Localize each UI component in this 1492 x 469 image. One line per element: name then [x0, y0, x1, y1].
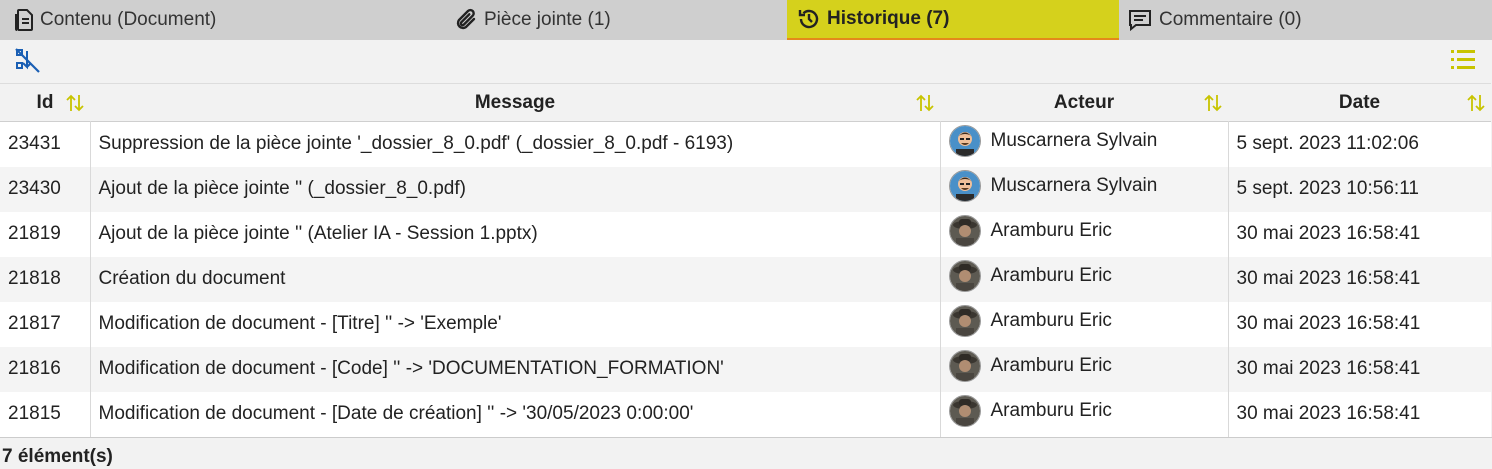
header-label: Id: [36, 91, 54, 113]
header-label: Message: [474, 91, 556, 113]
cell-date: 30 mai 2023 16:58:41: [1236, 223, 1421, 244]
actor: Aramburu Eric: [948, 260, 1220, 292]
tab-historique[interactable]: Historique (7): [787, 0, 1119, 40]
tab-label: Historique (7): [827, 8, 950, 29]
table-row[interactable]: 21816 Modification de document - [Code] '…: [0, 346, 1491, 392]
tab-piece-jointe[interactable]: Pièce jointe (1): [454, 0, 787, 40]
avatar: [948, 305, 981, 337]
sort-icon[interactable]: [1467, 93, 1485, 113]
cell-id: 23430: [0, 166, 91, 212]
cell-acteur: Aramburu Eric: [940, 391, 1229, 437]
cell-message: Ajout de la pièce jointe '' (Atelier IA …: [90, 211, 941, 257]
actor-name: Muscarnera Sylvain: [990, 175, 1158, 196]
cell-date: 30 mai 2023 16:58:41: [1236, 313, 1421, 334]
actor-name: Muscarnera Sylvain: [990, 130, 1158, 152]
actor: Muscarnera Sylvain: [948, 170, 1220, 202]
table-header: Id Message Acteur Date: [0, 83, 1491, 122]
tab-bar: Contenu (Document) Pièce jointe (1) Hist…: [0, 0, 1492, 40]
table-row[interactable]: 21817 Modification de document - [Titre] …: [0, 301, 1491, 347]
toolbar: [0, 40, 1492, 83]
cell-acteur: Aramburu Eric: [940, 301, 1229, 347]
cell-message: Suppression de la pièce jointe '_dossier…: [90, 121, 941, 167]
actor-name: Aramburu Eric: [990, 310, 1112, 331]
paperclip-icon: [456, 8, 476, 30]
table-row[interactable]: 21818 Création du document Aramburu Eric 30…: [0, 256, 1491, 302]
tab-label: Commentaire (0): [1159, 9, 1302, 30]
column-header-id[interactable]: Id: [0, 84, 90, 122]
avatar: [948, 395, 981, 427]
column-header-date[interactable]: Date: [1228, 84, 1491, 122]
sort-icon[interactable]: [66, 93, 84, 113]
cell-message: Modification de document - [Titre] '' ->…: [90, 301, 941, 347]
tab-label: Contenu (Document): [40, 9, 217, 30]
actor-name: Aramburu Eric: [990, 400, 1112, 421]
cell-acteur: Muscarnera Sylvain: [940, 166, 1229, 212]
cell-id: 21817: [0, 301, 91, 347]
cell-id: 21816: [0, 346, 91, 392]
sort-icon[interactable]: [1204, 93, 1222, 113]
avatar: [948, 260, 981, 292]
actor-name: Aramburu Eric: [990, 355, 1112, 376]
actor: Muscarnera Sylvain: [948, 125, 1220, 158]
cell-message: Modification de document - [Code] '' -> …: [90, 346, 941, 392]
cell-date: 30 mai 2023 16:58:41: [1236, 358, 1421, 379]
cell-message: Ajout de la pièce jointe '' (_dossier_8_…: [90, 166, 941, 212]
tab-commentaire[interactable]: Commentaire (0): [1119, 0, 1492, 40]
column-header-message[interactable]: Message: [90, 84, 940, 122]
item-count: 7 élément(s): [0, 436, 1492, 468]
avatar: [948, 170, 981, 202]
list-icon[interactable]: [1450, 47, 1476, 73]
cell-message: Création du document: [90, 256, 941, 302]
table-row[interactable]: 23431 Suppression de la pièce jointe '_do…: [0, 121, 1491, 167]
avatar: [948, 125, 981, 158]
actor: Aramburu Eric: [948, 350, 1220, 382]
history-icon: [798, 9, 819, 29]
actor-name: Aramburu Eric: [990, 220, 1112, 241]
actor: Aramburu Eric: [948, 305, 1220, 337]
cell-id: 21819: [0, 211, 91, 257]
filter-off-icon[interactable]: [14, 47, 42, 75]
header-label: Acteur: [1053, 91, 1115, 113]
table-row[interactable]: 21819 Ajout de la pièce jointe '' (Atelie…: [0, 211, 1491, 257]
actor-name: Aramburu Eric: [990, 265, 1112, 286]
cell-acteur: Aramburu Eric: [940, 256, 1229, 302]
cell-date: 30 mai 2023 16:58:41: [1236, 403, 1421, 424]
cell-date: 5 sept. 2023 10:56:11: [1236, 178, 1419, 199]
actor: Aramburu Eric: [948, 395, 1220, 427]
tab-contenu[interactable]: Contenu (Document): [0, 0, 454, 40]
cell-date: 5 sept. 2023 11:02:06: [1236, 133, 1419, 155]
cell-id: 23431: [0, 121, 91, 167]
cell-id: 21815: [0, 391, 91, 437]
table-row[interactable]: 23430 Ajout de la pièce jointe '' (_dossi…: [0, 166, 1491, 212]
cell-date: 30 mai 2023 16:58:41: [1236, 268, 1421, 289]
tab-label: Pièce jointe (1): [484, 9, 611, 30]
document-icon: [15, 9, 33, 31]
history-table: Id Message Acteur Date 23431 Suppression …: [0, 83, 1491, 437]
cell-acteur: Muscarnera Sylvain: [940, 121, 1229, 167]
column-header-acteur[interactable]: Acteur: [940, 84, 1228, 122]
cell-acteur: Aramburu Eric: [940, 346, 1229, 392]
cell-acteur: Aramburu Eric: [940, 211, 1229, 257]
table-row[interactable]: 21815 Modification de document - [Date de…: [0, 391, 1491, 437]
sort-icon[interactable]: [916, 93, 934, 113]
comment-icon: [1129, 10, 1151, 32]
actor: Aramburu Eric: [948, 215, 1220, 247]
header-label: Date: [1338, 91, 1381, 113]
avatar: [948, 350, 981, 382]
avatar: [948, 215, 981, 247]
cell-id: 21818: [0, 256, 91, 302]
cell-message: Modification de document - [Date de créa…: [90, 391, 941, 437]
